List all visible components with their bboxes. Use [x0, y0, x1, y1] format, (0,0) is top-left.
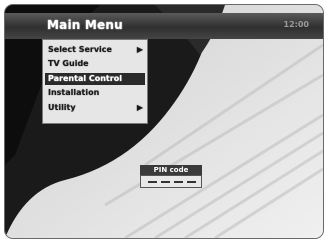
tv-screen: Main Menu 12:00 Select Service ▶ TV Guid…: [4, 4, 324, 239]
chevron-right-icon: ▶: [136, 103, 143, 112]
pin-dialog-title: PIN code: [140, 165, 202, 175]
menu-item-label: Select Service: [48, 45, 112, 54]
pin-digit-placeholder: [161, 181, 170, 183]
pin-digit-placeholder: [148, 181, 157, 183]
menu-item-label: Utility: [48, 103, 76, 112]
menu-item-label: Parental Control: [48, 74, 122, 83]
pin-input[interactable]: [140, 175, 202, 188]
menu-item-parental-control[interactable]: Parental Control: [45, 73, 145, 85]
menu-item-select-service[interactable]: Select Service ▶: [45, 44, 145, 56]
menu-item-utility[interactable]: Utility ▶: [45, 102, 145, 114]
main-menu: Select Service ▶ TV Guide Parental Contr…: [42, 39, 148, 124]
chevron-right-icon: ▶: [136, 45, 143, 54]
menu-item-label: TV Guide: [48, 59, 89, 68]
pin-digit-placeholder: [174, 181, 183, 183]
page-title: Main Menu: [47, 18, 123, 32]
menu-item-installation[interactable]: Installation: [45, 87, 145, 99]
pin-dialog: PIN code: [140, 165, 202, 189]
menu-item-label: Installation: [48, 88, 100, 97]
menu-item-tv-guide[interactable]: TV Guide: [45, 58, 145, 70]
clock-text: 12:00: [283, 20, 309, 29]
pin-digit-placeholder: [187, 181, 196, 183]
